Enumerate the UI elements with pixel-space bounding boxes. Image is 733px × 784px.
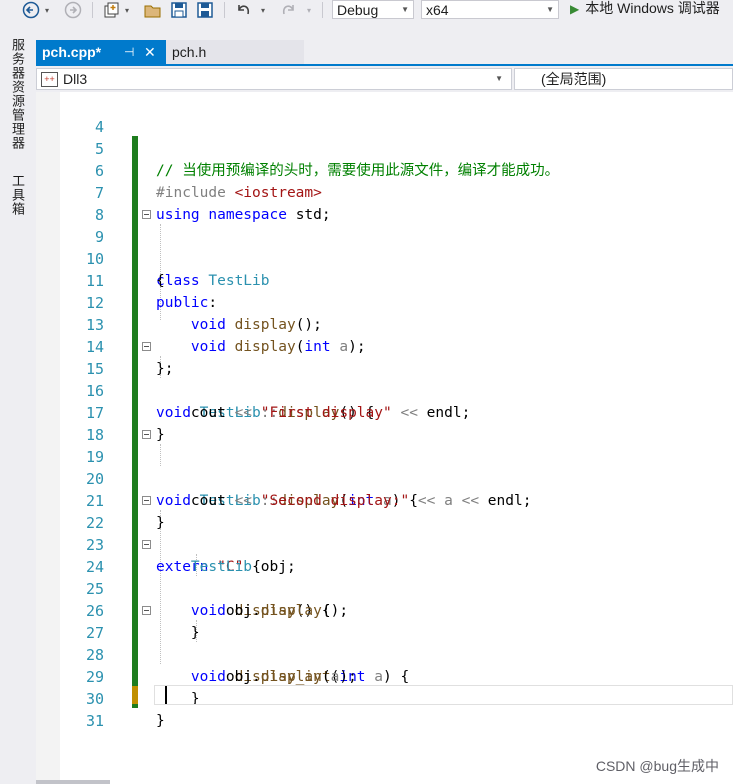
scope-dropdown[interactable]: (全局范围) — [514, 68, 733, 90]
tab-label: pch.h — [172, 44, 207, 60]
collapse-icon[interactable] — [142, 540, 151, 549]
chevron-down-icon: ▼ — [495, 74, 503, 83]
collapse-icon[interactable] — [142, 606, 151, 615]
code-line: 13 void display(int a); — [36, 292, 733, 355]
code-line: 12 void display(); — [36, 270, 733, 333]
code-editor[interactable]: 4 5 // 当使用预编译的头时，需要使用此源文件，编译才能成功。 6 #inc… — [36, 92, 733, 784]
code-line: 9 class TestLib — [36, 204, 733, 289]
navigation-bar: ++ Dll3 ▼ (全局范围) — [36, 67, 733, 91]
server-explorer-tab[interactable]: 服务器资源管理器 — [8, 38, 27, 150]
code-line: 22 extern "C" { — [36, 490, 733, 575]
brace: } — [156, 713, 165, 729]
tab-pch-cpp[interactable]: pch.cpp* ⊣ ✕ — [36, 40, 166, 64]
back-icon[interactable] — [20, 0, 42, 20]
code-line: 5 // 当使用预编译的头时，需要使用此源文件，编译才能成功。 — [36, 116, 733, 179]
undo-icon[interactable] — [232, 0, 254, 20]
collapse-icon[interactable] — [142, 430, 151, 439]
chevron-down-icon: ▼ — [546, 5, 554, 14]
new-project-icon[interactable] — [100, 0, 122, 20]
redo-dropdown-icon[interactable]: ▾ — [304, 0, 314, 20]
code-line: 28 obj.display(a); — [36, 622, 733, 685]
code-line: 29 } — [36, 644, 733, 707]
text-caret — [165, 686, 167, 704]
save-icon[interactable] — [168, 0, 190, 20]
chevron-down-icon: ▼ — [401, 5, 409, 14]
tab-label: pch.cpp* — [42, 44, 102, 60]
redo-icon[interactable] — [278, 0, 300, 20]
code-line: 19 void TestLib::display(int a) { — [36, 424, 733, 509]
undo-dropdown-icon[interactable]: ▾ — [258, 0, 268, 20]
toolbar-separator — [92, 2, 93, 18]
save-all-icon[interactable] — [194, 0, 216, 20]
code-line: 23 TestLib obj; — [36, 512, 733, 575]
open-folder-icon[interactable] — [142, 0, 164, 20]
platform-value: x64 — [426, 2, 449, 18]
project-dropdown[interactable]: ++ Dll3 ▼ — [36, 68, 512, 90]
code-line: 18 — [36, 402, 733, 444]
collapse-icon[interactable] — [142, 342, 151, 351]
horizontal-scrollbar[interactable] — [36, 780, 110, 784]
left-tool-strip: 服务器资源管理器 工具箱 — [0, 22, 36, 784]
code-line: 8 — [36, 182, 733, 224]
scope-name: (全局范围) — [541, 71, 607, 87]
tab-pch-h[interactable]: pch.h — [166, 40, 304, 64]
code-line: 6 #include <iostream> — [36, 138, 733, 201]
watermark: CSDN @bug生成中 — [595, 758, 719, 774]
configuration-select[interactable]: Debug ▼ — [332, 0, 414, 19]
main-toolbar: ▾ ▾ ▾ ▾ Debug ▼ x64 ▼ ▶ 本地 Windows 调试器 — [0, 0, 733, 22]
code-line: 25 obj.display(); — [36, 556, 733, 619]
collapse-icon[interactable] — [142, 496, 151, 505]
code-line: 15 void TestLib::display() { — [36, 336, 733, 421]
toolbox-tab[interactable]: 工具箱 — [8, 174, 27, 216]
forward-icon[interactable] — [62, 0, 84, 20]
code-line: 16 cout << "First display" << endl; — [36, 358, 733, 421]
line-number: 31 — [85, 712, 104, 730]
document-tabs: pch.cpp* ⊣ ✕ pch.h — [36, 38, 733, 64]
code-line: 14 }; — [36, 314, 733, 377]
start-debugging-button[interactable]: ▶ 本地 Windows 调试器 — [570, 0, 720, 20]
code-line: 27 void display_int(int a) { — [36, 600, 733, 685]
pin-icon[interactable]: ⊣ — [124, 40, 134, 64]
code-line: 21 } — [36, 468, 733, 531]
code-line: 31 — [36, 688, 733, 730]
code-line: 20 cout << "Second display:" << a << end… — [36, 446, 733, 509]
code-line: 10 { — [36, 226, 733, 289]
project-name: Dll3 — [63, 71, 88, 87]
code-line: 4 — [36, 94, 733, 136]
platform-select[interactable]: x64 ▼ — [421, 0, 559, 19]
new-project-dropdown-icon[interactable]: ▾ — [122, 0, 132, 20]
code-line: 17 } — [36, 380, 733, 443]
configuration-value: Debug — [337, 2, 379, 18]
close-icon[interactable]: ✕ — [144, 40, 156, 64]
cpp-project-icon: ++ — [41, 72, 58, 87]
toolbar-separator — [224, 2, 225, 18]
run-label: 本地 Windows 调试器 — [585, 0, 720, 16]
play-icon: ▶ — [570, 2, 580, 16]
tab-underline — [36, 64, 733, 66]
code-line: 26 } — [36, 578, 733, 641]
toolbar-separator — [322, 2, 323, 18]
code-line: 24 void display() { — [36, 534, 733, 619]
code-line: 11 public: — [36, 248, 733, 311]
back-dropdown-icon[interactable]: ▾ — [42, 0, 52, 20]
collapse-icon[interactable] — [142, 210, 151, 219]
code-line: 7 using namespace std; — [36, 160, 733, 223]
